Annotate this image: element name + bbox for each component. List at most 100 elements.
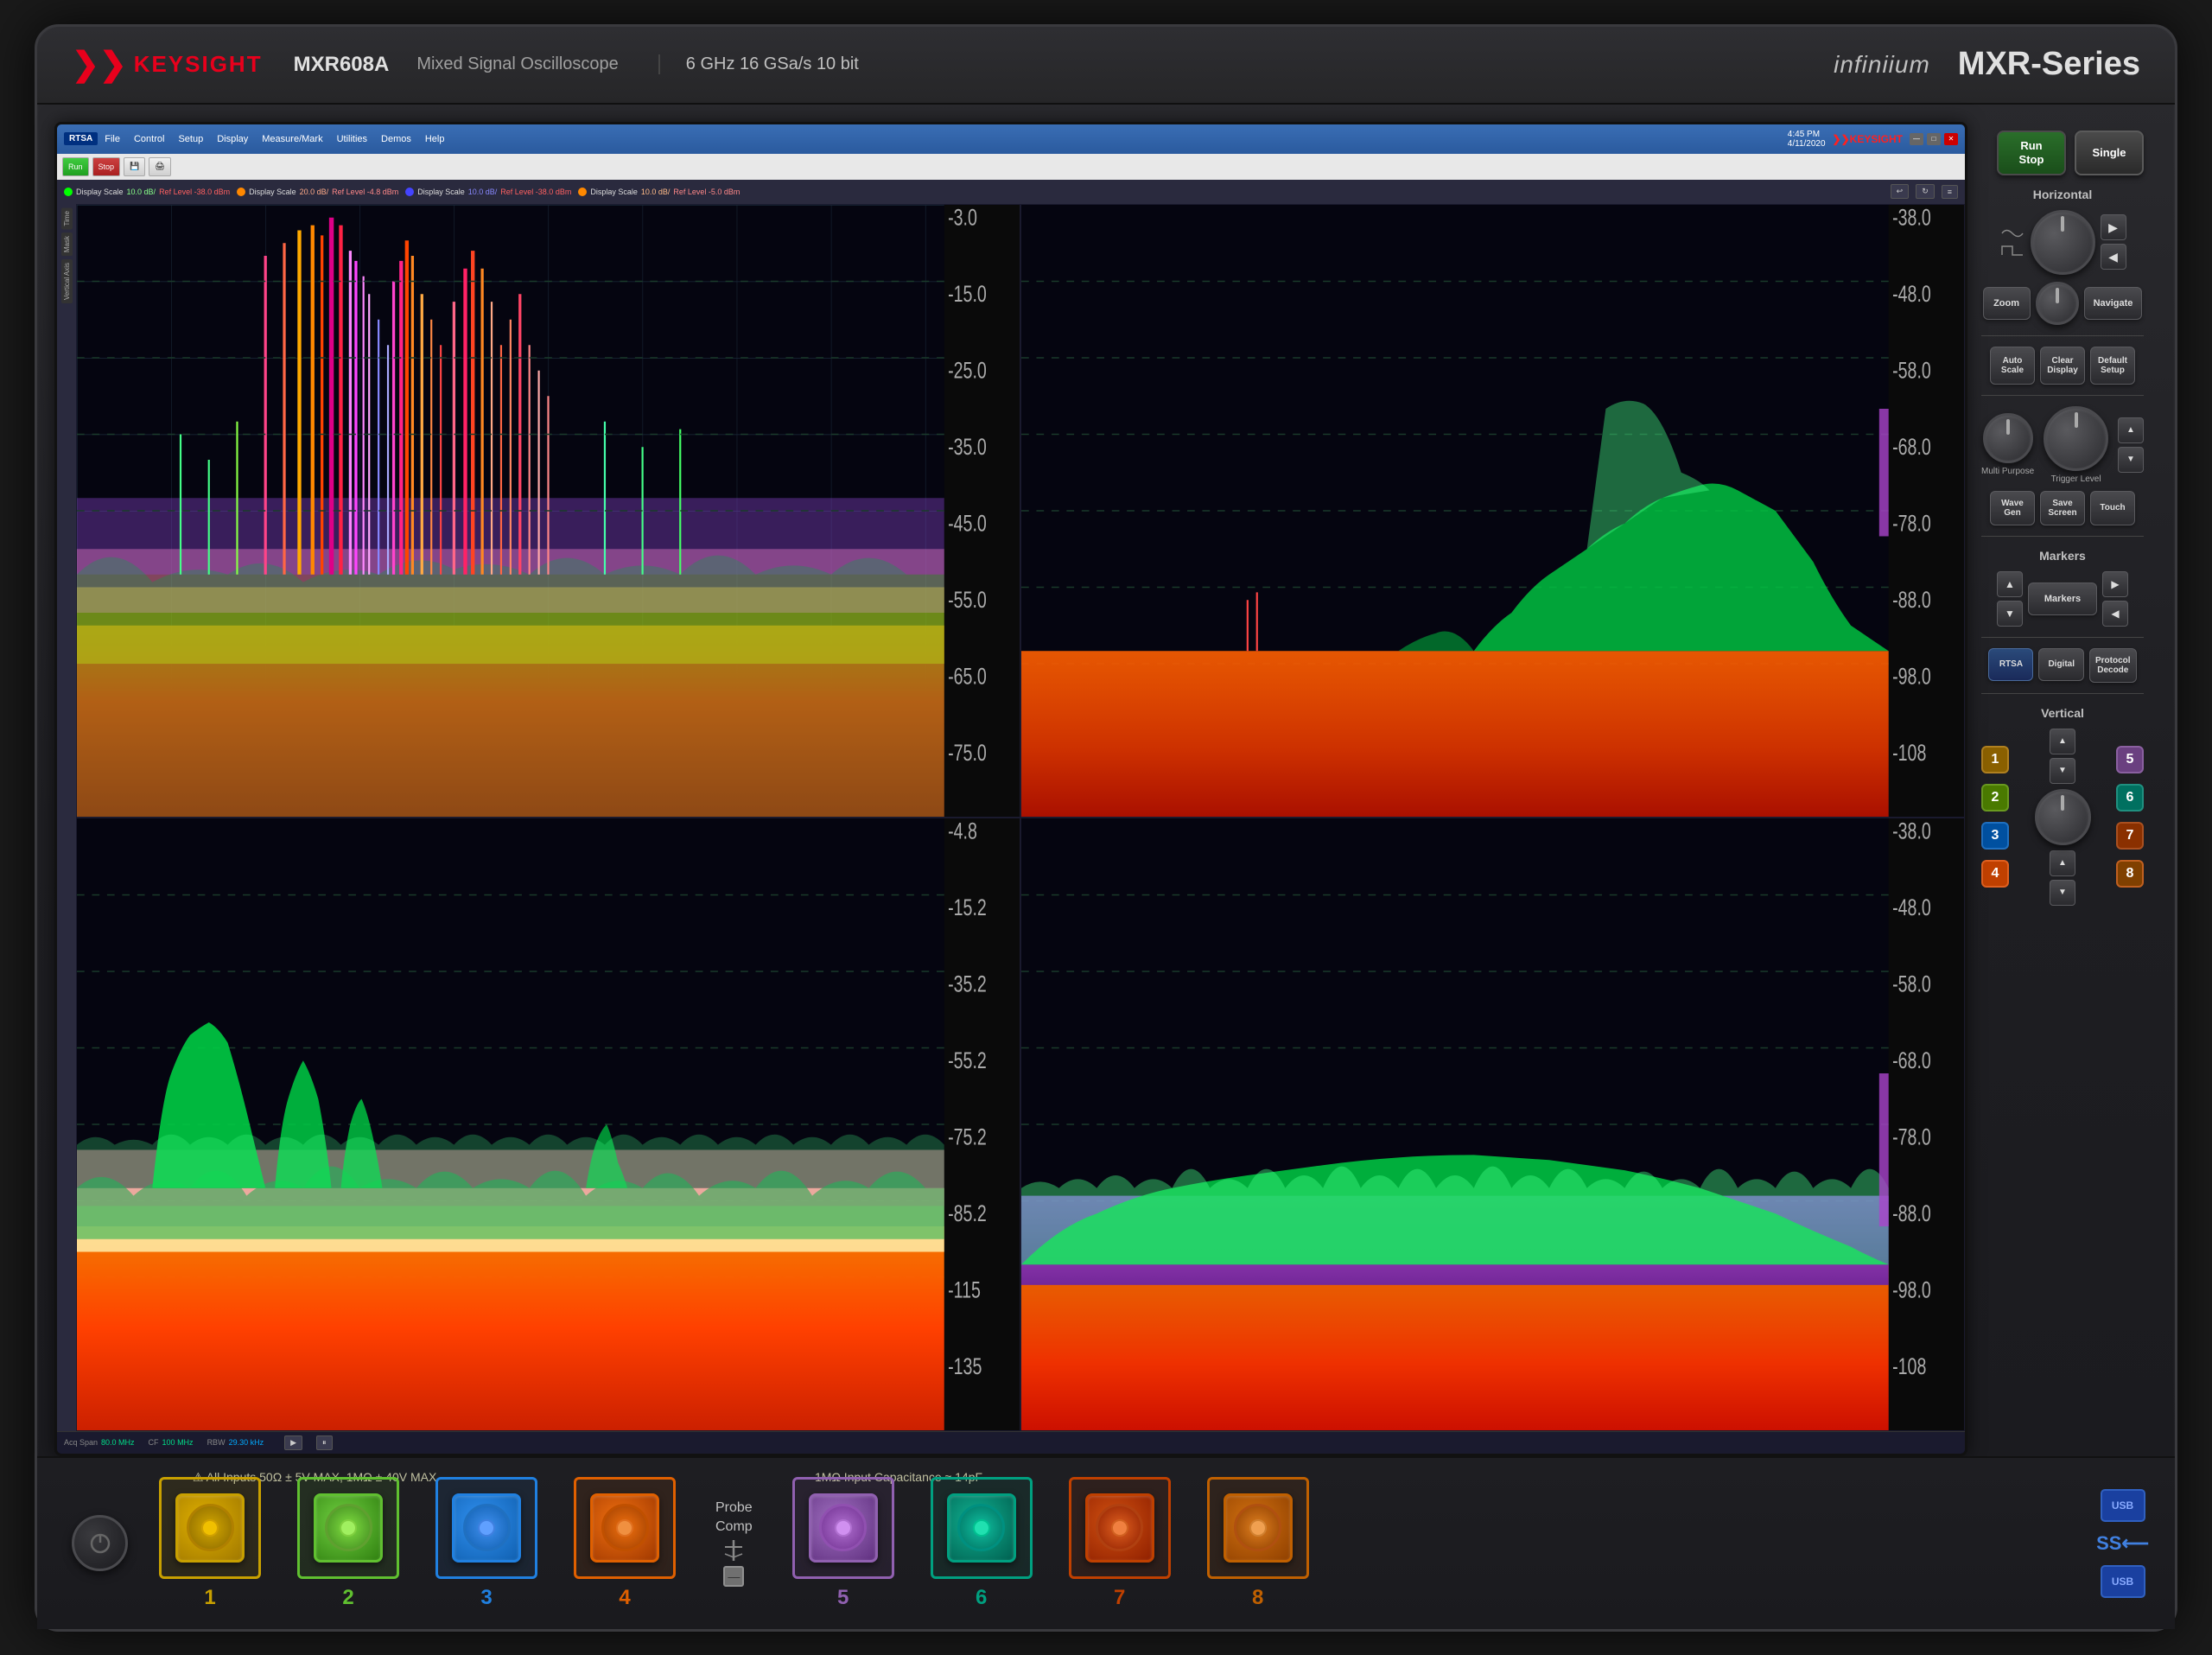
trig-up-btn[interactable]: ▲ [2118, 417, 2144, 443]
tab-time[interactable]: Time [61, 207, 73, 229]
power-button[interactable] [72, 1515, 128, 1571]
probe-comp-label2: Comp [715, 1519, 753, 1535]
touch-btn[interactable]: Touch [2090, 491, 2135, 525]
menu-utilities[interactable]: Utilities [337, 134, 367, 144]
sw-mode-btn[interactable]: ≡ [1942, 185, 1958, 199]
ch1-connector[interactable] [167, 1485, 253, 1571]
vert-down-btn[interactable]: ▼ [2050, 758, 2075, 784]
spectrum-panel-tr: -38.0 -48.0 -58.0 -68.0 -78.0 -88.0 -98.… [1020, 204, 1965, 818]
svg-text:-38.0: -38.0 [1892, 205, 1931, 230]
divider-1 [1981, 335, 2144, 336]
ch7-button[interactable]: 7 [2116, 822, 2144, 850]
navigate-knob[interactable] [2036, 282, 2079, 325]
vertical-knob[interactable] [2035, 789, 2091, 845]
svg-text:-108: -108 [1892, 1353, 1926, 1379]
sw-toolbar: Run Stop 💾 🖨 [57, 154, 1965, 180]
markers-btn[interactable]: Markers [2028, 582, 2097, 615]
svg-text:-88.0: -88.0 [1892, 587, 1931, 613]
sw-fwd-btn[interactable]: ↻ [1916, 184, 1935, 199]
sw-timestamp: 4:45 PM4/11/2020 [1788, 130, 1826, 149]
ch4-connector[interactable] [582, 1485, 668, 1571]
single-button[interactable]: Single [2075, 130, 2144, 175]
menu-setup[interactable]: Setup [178, 134, 203, 144]
markers-label: Markers [1981, 549, 2144, 563]
navigate-btn[interactable]: Navigate [2084, 287, 2143, 320]
ch2-button[interactable]: 2 [1981, 784, 2009, 812]
ch4-button[interactable]: 4 [1981, 860, 2009, 888]
ch5-box [792, 1477, 894, 1579]
auto-scale-btn[interactable]: Auto Scale [1990, 347, 2035, 385]
ch-item-4: Display Scale 10.0 dB/ Ref Level -5.0 dB… [578, 188, 740, 196]
svg-text:-108: -108 [1892, 740, 1926, 766]
clear-display-btn[interactable]: Clear Display [2040, 347, 2085, 385]
menu-demos[interactable]: Demos [381, 134, 411, 144]
sw-print-btn[interactable]: 🖨 [149, 157, 170, 176]
svg-text:-48.0: -48.0 [1892, 281, 1931, 307]
h-left-btn[interactable]: ◀ [2101, 244, 2126, 270]
h-right-btn[interactable]: ▶ [2101, 214, 2126, 240]
ch3-button[interactable]: 3 [1981, 822, 2009, 850]
win-minimize[interactable]: — [1910, 133, 1923, 145]
menu-measure[interactable]: Measure/Mark [262, 134, 322, 144]
trigger-level-knob[interactable] [2044, 406, 2108, 471]
ch7-connector[interactable] [1077, 1485, 1163, 1571]
digital-btn[interactable]: Digital [2038, 648, 2084, 681]
svg-text:-48.0: -48.0 [1892, 894, 1931, 920]
ch4-box [574, 1477, 676, 1579]
vert-down2-btn[interactable]: ▼ [2050, 880, 2075, 906]
sw-play-btn[interactable]: ▶ [284, 1435, 302, 1450]
sw-stop-btn[interactable]: Stop [92, 157, 121, 176]
ch5-button[interactable]: 5 [2116, 746, 2144, 773]
save-screen-btn[interactable]: Save Screen [2040, 491, 2085, 525]
ch2-connector[interactable] [305, 1485, 391, 1571]
zoom-btn[interactable]: Zoom [1983, 287, 2031, 320]
tab-mask[interactable]: Mask [61, 232, 73, 256]
trig-down-btn[interactable]: ▼ [2118, 447, 2144, 473]
win-maximize[interactable]: □ [1927, 133, 1941, 145]
probe-comp-terminal[interactable]: — [723, 1566, 744, 1587]
wave-gen-btn[interactable]: Wave Gen [1990, 491, 2035, 525]
sw-run-btn[interactable]: Run [62, 157, 89, 176]
marker-right-btn[interactable]: ▶ [2102, 571, 2128, 597]
ch3-connector[interactable] [443, 1485, 530, 1571]
menu-control[interactable]: Control [134, 134, 164, 144]
svg-text:-55.0: -55.0 [948, 587, 987, 613]
spectrum-panel-br: -38.0 -48.0 -58.0 -68.0 -78.0 -88.0 -98.… [1020, 818, 1965, 1431]
ch5-connector[interactable] [800, 1485, 887, 1571]
ch8-connector[interactable] [1215, 1485, 1301, 1571]
input-ch5: 5 [787, 1483, 899, 1604]
vert-up-btn[interactable]: ▲ [2050, 729, 2075, 754]
horizontal-zoom-knob[interactable] [2031, 210, 2095, 275]
sw-save-btn[interactable]: 💾 [124, 157, 145, 176]
marker-up-btn[interactable]: ▲ [1997, 571, 2023, 597]
menu-help[interactable]: Help [425, 134, 445, 144]
ch7-box [1069, 1477, 1171, 1579]
menu-file[interactable]: File [105, 134, 120, 144]
run-stop-button[interactable]: Run Stop [1997, 130, 2066, 175]
input-ch8: 8 [1202, 1483, 1314, 1604]
multi-purpose-knob[interactable] [1983, 413, 2033, 463]
marker-down-btn[interactable]: ▼ [1997, 601, 2023, 627]
ch-item-1: Display Scale 10.0 dB/ Ref Level -38.0 d… [64, 188, 230, 196]
ch6-button[interactable]: 6 [2116, 784, 2144, 812]
svg-text:-58.0: -58.0 [1892, 357, 1931, 383]
tab-vertical[interactable]: Vertical Axis [61, 259, 73, 303]
ch6-connector[interactable] [938, 1485, 1025, 1571]
vert-up2-btn[interactable]: ▲ [2050, 850, 2075, 876]
protocol-decode-btn[interactable]: Protocol Decode [2089, 648, 2137, 683]
sw-menu: File Control Setup Display Measure/Mark … [105, 134, 444, 144]
keysight-watermark: ❯❯KEYSIGHT [1833, 133, 1903, 145]
default-setup-btn[interactable]: Default Setup [2090, 347, 2135, 385]
usb-port-top[interactable]: USB [2101, 1489, 2145, 1522]
sw-stop2-btn[interactable]: ⏸ [316, 1435, 333, 1450]
usb-port-bottom[interactable]: USB [2101, 1565, 2145, 1598]
marker-left-btn[interactable]: ◀ [2102, 601, 2128, 627]
vertical-section: 1 2 3 4 ▲ ▼ ▲ ▼ [1981, 729, 2144, 906]
svg-text:-68.0: -68.0 [1892, 1047, 1931, 1073]
sw-back-btn[interactable]: ↩ [1891, 184, 1910, 199]
rtsa-btn[interactable]: RTSA [1988, 648, 2033, 681]
win-close[interactable]: ✕ [1944, 133, 1958, 145]
ch8-button[interactable]: 8 [2116, 860, 2144, 888]
menu-display[interactable]: Display [217, 134, 248, 144]
ch1-button[interactable]: 1 [1981, 746, 2009, 773]
